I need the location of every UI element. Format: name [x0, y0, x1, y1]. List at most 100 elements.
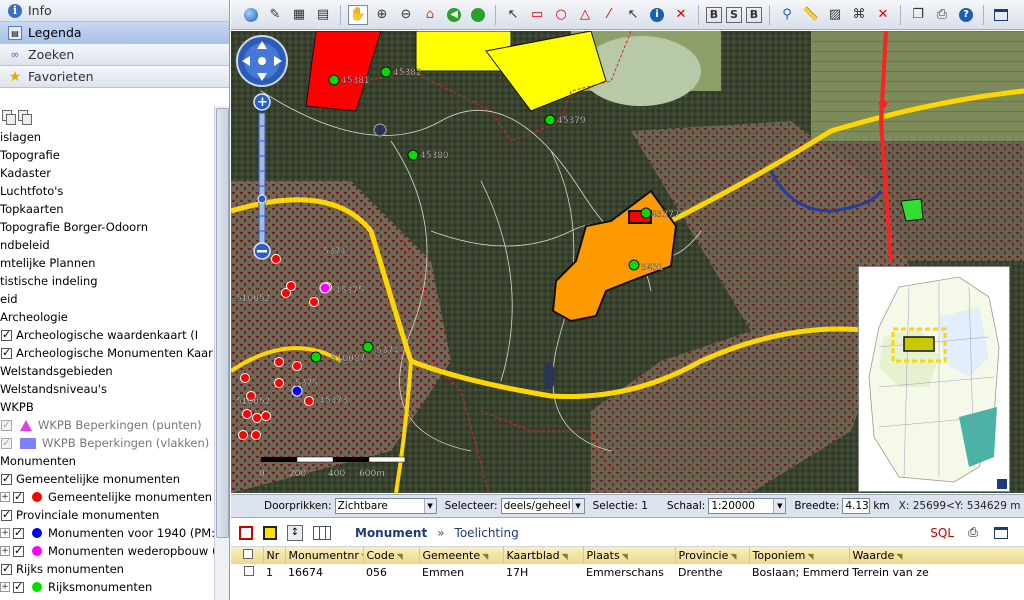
layer-row[interactable]: Rijks monumenten — [0, 560, 214, 578]
layer-row[interactable]: tistische indeling — [0, 272, 214, 290]
column-header[interactable]: Provincie ◥ — [675, 547, 750, 564]
column-header[interactable]: Nr — [263, 547, 286, 564]
measure-line-icon[interactable]: 📏 — [801, 5, 821, 25]
layer-checkbox[interactable] — [1, 434, 12, 452]
layer-checkbox[interactable] — [1, 416, 12, 434]
maximize-icon[interactable] — [992, 525, 1010, 541]
layer-row[interactable]: Welstandsniveau's — [0, 380, 214, 398]
layer-row[interactable]: Gemeentelijke monumenten — [0, 470, 214, 488]
print-icon[interactable]: ⎙ — [964, 525, 982, 541]
layer-checkbox[interactable] — [13, 542, 24, 560]
table-row[interactable]: 1 16674 056 Emmen 17H Emmerschans Drenth… — [231, 564, 1024, 580]
row-checkbox[interactable] — [231, 564, 263, 580]
layer-row[interactable]: +Monumenten voor 1940 (PM: — [0, 524, 214, 542]
layer-checkbox[interactable] — [1, 344, 12, 362]
tag-icon[interactable]: ⌘ — [849, 5, 869, 25]
layer-row[interactable]: Luchtfoto's — [0, 182, 214, 200]
layer-row[interactable]: +Rijksmonumenten — [0, 578, 214, 596]
select-all-checkbox[interactable] — [231, 547, 264, 564]
map-canvas[interactable]: 45381 45382 45379 45380 5374 45377 5431 … — [231, 31, 1024, 493]
accordion-zoeken[interactable]: ∞ Zoeken — [0, 44, 229, 66]
column-header[interactable]: Kaartblad ◥ — [503, 547, 584, 564]
layer-row[interactable]: +Monumenten wederopbouw ( — [0, 542, 214, 560]
result-subtitle[interactable]: Toelichting — [455, 526, 519, 540]
measure-pin-icon[interactable]: ⚲ — [777, 5, 797, 25]
bookmark-b-icon[interactable]: B — [706, 6, 722, 23]
back-icon[interactable]: ◀ — [444, 5, 464, 25]
sql-link[interactable]: SQL — [930, 526, 954, 540]
select-info-icon[interactable]: ↖ — [503, 5, 523, 25]
layer-row[interactable]: Topkaarten — [0, 200, 214, 218]
table-grid-icon[interactable] — [313, 525, 331, 540]
layer-checkbox[interactable] — [13, 578, 24, 596]
edit-map-icon[interactable]: ✎ — [265, 5, 285, 25]
select-circle-icon[interactable]: ○ — [551, 5, 571, 25]
schaal-select[interactable]: 1:20000 ▼ — [708, 498, 787, 514]
accordion-legenda[interactable]: ▤ Legenda — [0, 22, 229, 44]
highlight-yellow-icon[interactable] — [263, 525, 277, 540]
expand-all-icon[interactable] — [2, 110, 16, 125]
maximize-icon[interactable] — [991, 5, 1011, 25]
layer-row[interactable]: Topografie Borger-Odoorn — [0, 218, 214, 236]
layer-row[interactable]: eid — [0, 290, 214, 308]
layer-checkbox[interactable] — [1, 326, 12, 344]
print-icon[interactable]: ⎙ — [932, 5, 952, 25]
home-icon[interactable]: ⌂ — [420, 5, 440, 25]
column-header[interactable]: Code ◥ — [363, 547, 420, 564]
selecteer-select[interactable]: deels/geheel ▼ — [500, 498, 585, 514]
accordion-info[interactable]: i Info — [0, 0, 229, 22]
layer-row[interactable]: mtelijke Plannen — [0, 254, 214, 272]
column-header[interactable]: Toponiem ◥ — [749, 547, 850, 564]
scrollbar-thumb[interactable] — [216, 108, 229, 538]
layer-checkbox[interactable] — [13, 488, 24, 506]
layer-row[interactable]: WKPB Beperkingen (vlakken) — [0, 434, 214, 452]
expand-toggle[interactable]: + — [0, 492, 10, 502]
layer-checkbox[interactable] — [1, 560, 12, 578]
column-header[interactable]: Gemeente ◥ — [419, 547, 504, 564]
result-title[interactable]: Monument — [355, 526, 427, 540]
breedte-input[interactable]: 4.13 — [842, 498, 871, 514]
pan-control[interactable] — [236, 35, 288, 87]
overview-map[interactable] — [858, 266, 1010, 492]
zoom-in-icon[interactable]: ⊕ — [372, 5, 392, 25]
zoom-out-icon[interactable]: ⊖ — [396, 5, 416, 25]
select-polygon-icon[interactable]: △ — [575, 5, 595, 25]
layer-row[interactable]: Monumenten — [0, 452, 214, 470]
layer-row[interactable]: Kadaster — [0, 164, 214, 182]
expand-toggle[interactable]: + — [0, 528, 10, 538]
pan-hand-icon[interactable]: ✋ — [348, 4, 368, 25]
refresh-icon[interactable] — [468, 5, 488, 25]
bookmark-s-icon[interactable]: S — [726, 6, 742, 23]
layer-row[interactable]: Archeologie — [0, 308, 214, 326]
column-header[interactable]: Monumentnr◥ — [285, 547, 364, 564]
layer-tree-scrollbar[interactable] — [214, 106, 229, 600]
layers-icon[interactable]: ▦ — [289, 5, 309, 25]
zoom-to-selection-icon[interactable]: ↕ — [287, 524, 303, 541]
column-header[interactable]: Waarde ◥ — [849, 547, 1024, 564]
layer-row[interactable]: WKPB — [0, 398, 214, 416]
column-header[interactable]: Plaats ◥ — [583, 547, 676, 564]
comment-icon[interactable]: ▤ — [313, 5, 333, 25]
globe-icon[interactable] — [241, 5, 261, 25]
doorprikken-select[interactable]: Zichtbare ▼ — [334, 498, 437, 514]
layer-row[interactable]: Topografie — [0, 146, 214, 164]
layer-row[interactable]: ndbeleid — [0, 236, 214, 254]
expand-toggle[interactable]: + — [0, 546, 10, 556]
clear-selection-icon[interactable]: ✕ — [671, 5, 691, 25]
layer-row[interactable]: Provinciale monumenten — [0, 506, 214, 524]
layer-checkbox[interactable] — [1, 470, 12, 488]
bookmark-delete-icon[interactable]: B — [746, 6, 762, 23]
select-rectangle-icon[interactable]: ▭ — [527, 5, 547, 25]
clear-red-icon[interactable] — [239, 525, 253, 540]
layer-row[interactable]: islagen — [0, 128, 214, 146]
accordion-favorieten[interactable]: ★ Favorieten — [0, 66, 229, 88]
help-icon[interactable]: ? — [956, 5, 976, 25]
select-line-icon[interactable]: ⁄ — [599, 5, 619, 25]
pointer-icon[interactable]: ↖ — [623, 5, 643, 25]
layer-row[interactable]: Archeologische waardenkaart (I — [0, 326, 214, 344]
copy-icon[interactable]: ❐ — [908, 5, 928, 25]
expand-toggle[interactable]: + — [0, 582, 10, 592]
collapse-all-icon[interactable] — [18, 110, 32, 125]
measure-area-icon[interactable]: ▨ — [825, 5, 845, 25]
layer-checkbox[interactable] — [1, 506, 12, 524]
